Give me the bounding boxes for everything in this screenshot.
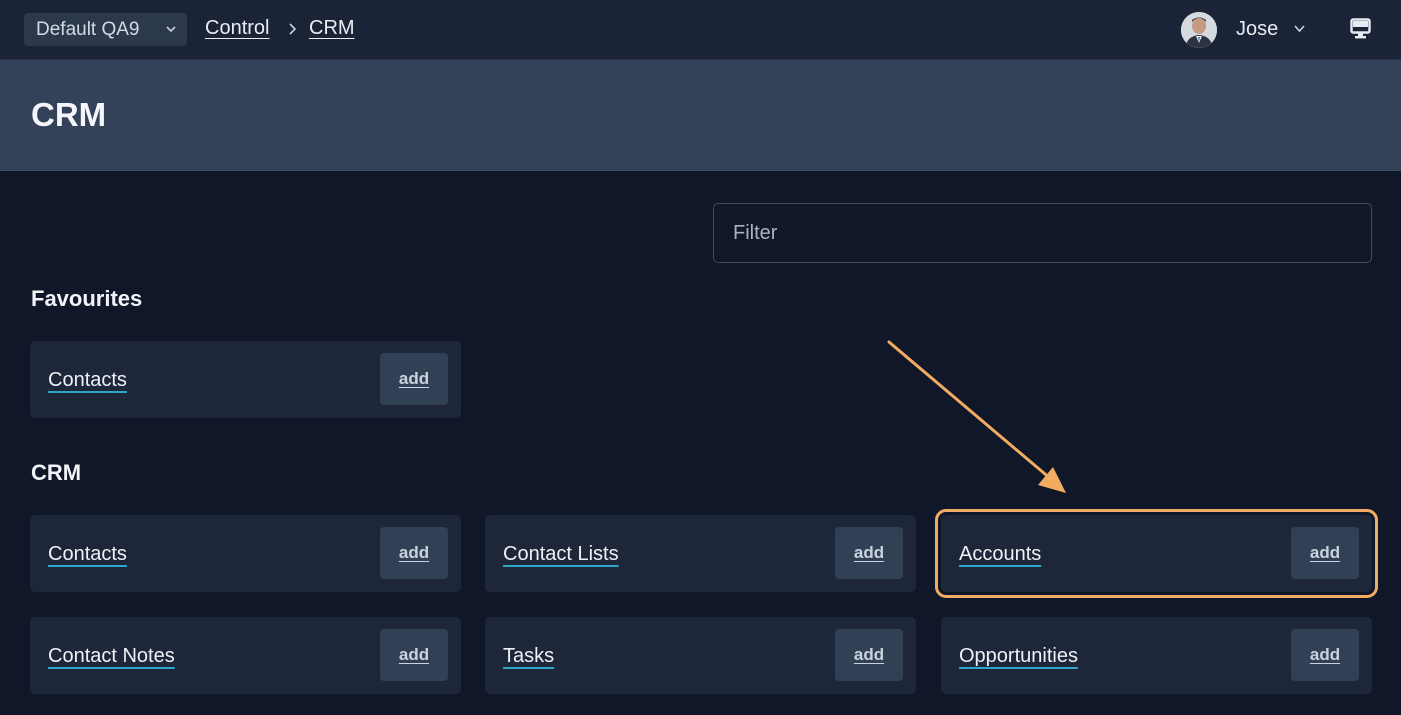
card-accounts: Accounts add [935, 509, 1378, 598]
card-link-contacts[interactable]: Contacts [48, 543, 127, 566]
environment-select[interactable]: Default QA9 [24, 13, 187, 46]
add-button[interactable]: add [1291, 629, 1359, 681]
monitor-icon[interactable] [1350, 18, 1371, 40]
card-favourite-contacts: Contacts add [30, 341, 461, 418]
card-contacts: Contacts add [30, 515, 461, 592]
page-header: CRM [0, 60, 1401, 171]
add-button[interactable]: add [380, 527, 448, 579]
section-title-crm: CRM [31, 460, 82, 485]
environment-select-value: Default QA9 [36, 18, 140, 40]
add-button[interactable]: add [835, 629, 903, 681]
card-link-opportunities[interactable]: Opportunities [959, 645, 1078, 668]
chevron-right-icon [289, 23, 297, 35]
add-button[interactable]: add [380, 353, 448, 405]
avatar[interactable] [1181, 12, 1217, 48]
user-name[interactable]: Jose [1236, 18, 1278, 41]
filter-input[interactable] [713, 203, 1372, 263]
add-button[interactable]: add [380, 629, 448, 681]
top-bar: Default QA9 Control CRM Jose [0, 0, 1401, 60]
card-link-tasks[interactable]: Tasks [503, 645, 554, 668]
user-photo-icon [1181, 12, 1217, 48]
card-link-contacts[interactable]: Contacts [48, 369, 127, 392]
card-link-contact-lists[interactable]: Contact Lists [503, 543, 619, 566]
add-button[interactable]: add [835, 527, 903, 579]
chevron-down-icon [166, 26, 176, 33]
card-link-contact-notes[interactable]: Contact Notes [48, 645, 175, 668]
card-contact-notes: Contact Notes add [30, 617, 461, 694]
card-link-accounts[interactable]: Accounts [959, 543, 1041, 566]
page-title: CRM [31, 96, 107, 133]
card-opportunities: Opportunities add [941, 617, 1372, 694]
breadcrumb-crm[interactable]: CRM [309, 17, 355, 40]
card-tasks: Tasks add [485, 617, 916, 694]
section-title-favourites: Favourites [31, 286, 143, 311]
annotation-arrow-icon [887, 340, 1066, 493]
breadcrumb-control[interactable]: Control [205, 17, 269, 40]
card-contact-lists: Contact Lists add [485, 515, 916, 592]
add-button[interactable]: add [1291, 527, 1359, 579]
chevron-down-icon[interactable] [1293, 24, 1306, 34]
